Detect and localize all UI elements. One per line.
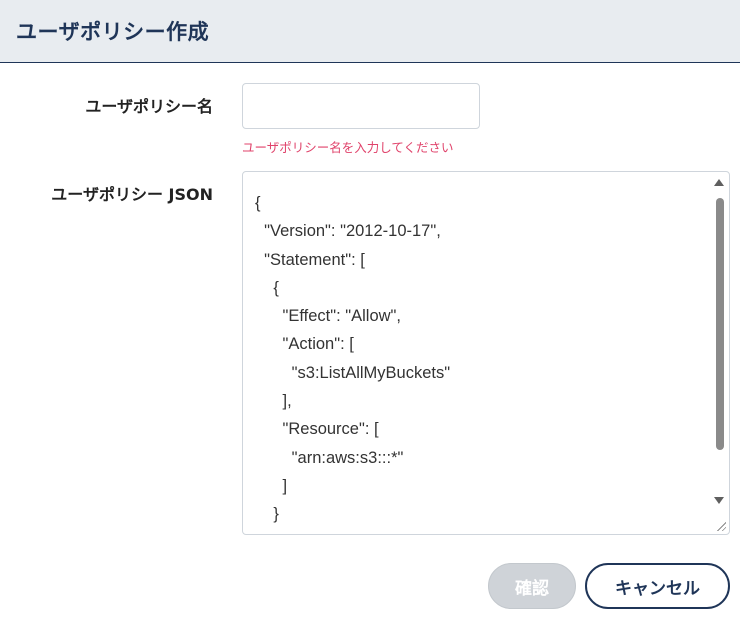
scroll-thumb[interactable]: [716, 198, 724, 450]
policy-json-content[interactable]: { "Version": "2012-10-17", "Statement": …: [255, 189, 705, 534]
dialog-title: ユーザポリシー作成: [16, 20, 210, 44]
policy-name-error: ユーザポリシー名を入力してください: [242, 140, 454, 155]
confirm-button[interactable]: 確認: [488, 563, 576, 609]
policy-name-input[interactable]: [242, 83, 480, 129]
policy-json-textarea[interactable]: { "Version": "2012-10-17", "Statement": …: [242, 171, 730, 535]
scroll-down-arrow-icon[interactable]: [714, 497, 724, 504]
cancel-button[interactable]: キャンセル: [585, 563, 730, 609]
policy-json-label: ユーザポリシー JSON: [51, 185, 213, 204]
policy-name-label: ユーザポリシー名: [85, 97, 213, 116]
resize-grip-icon[interactable]: [716, 521, 726, 531]
json-scrollbar[interactable]: [709, 172, 729, 534]
create-user-policy-dialog: ユーザポリシー作成 ユーザポリシー名 ユーザポリシー名を入力してください ユーザ…: [0, 0, 740, 622]
dialog-header: ユーザポリシー作成: [0, 0, 740, 63]
scroll-up-arrow-icon[interactable]: [714, 179, 724, 186]
